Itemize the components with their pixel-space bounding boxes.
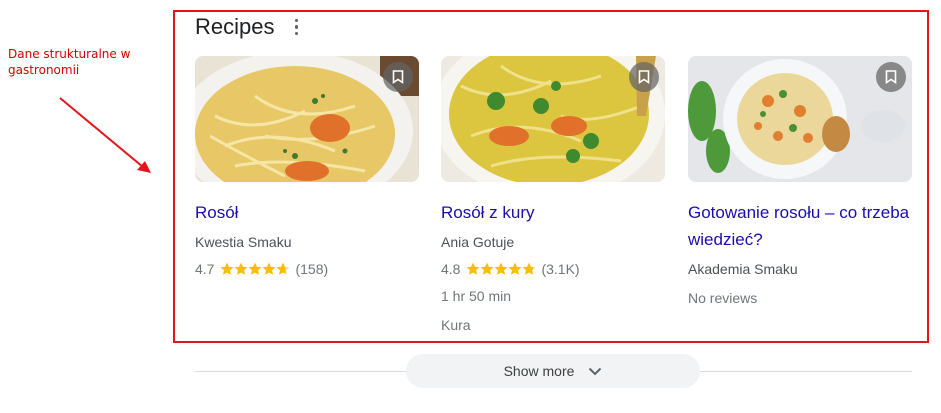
recipe-image-3[interactable] [688,56,912,182]
star-icon [277,262,290,275]
recipe-title[interactable]: Rosół z kury [441,199,665,226]
review-count: (3.1K) [541,261,580,277]
show-more-button[interactable]: Show more [406,354,700,388]
section-header: Recipes [195,14,304,40]
bookmark-icon[interactable] [629,62,659,92]
rating-value: 4.7 [195,261,215,277]
rating-value: 4.8 [441,261,461,277]
bookmark-icon[interactable] [876,62,906,92]
recipe-image-1[interactable] [195,56,419,182]
star-rating [466,262,536,276]
star-icon [467,262,480,275]
recipe-title[interactable]: Gotowanie rosołu – co trzeba wiedzieć? [688,199,912,253]
star-icon [495,262,508,275]
recipe-title[interactable]: Rosół [195,199,419,226]
star-rating [220,262,290,276]
main-ingredient: Kura [441,317,471,333]
rating-row: 4.7 (158) [195,261,419,277]
star-icon [509,262,522,275]
star-icon [249,262,262,275]
bookmark-icon[interactable] [383,62,413,92]
annotation-arrow [59,97,151,173]
recipe-card-3[interactable]: Gotowanie rosołu – co trzeba wiedzieć? A… [688,56,912,308]
review-count: (158) [295,261,329,277]
star-icon [263,262,276,275]
recipe-source: Kwestia Smaku [195,234,292,250]
recipe-card-2[interactable]: Rosół z kury Ania Gotuje 4.8 (3.1K) 1 hr… [441,56,665,335]
annotation-label: Dane strukturalne w gastronomii [8,47,131,77]
star-icon [221,262,234,275]
star-icon [481,262,494,275]
cook-time: 1 hr 50 min [441,288,512,304]
section-title: Recipes [195,14,275,39]
recipe-source: Ania Gotuje [441,234,515,250]
more-options-icon[interactable] [288,15,304,39]
no-reviews-label: No reviews [688,290,758,306]
star-icon [235,262,248,275]
rating-row: 4.8 (3.1K) [441,261,665,277]
chevron-down-icon [588,367,602,376]
show-more-label: Show more [503,363,575,379]
recipe-card-1[interactable]: Rosół Kwestia Smaku 4.7 (158) [195,56,419,277]
recipe-image-2[interactable] [441,56,665,182]
star-icon [523,262,536,275]
recipe-source: Akademia Smaku [688,261,798,277]
